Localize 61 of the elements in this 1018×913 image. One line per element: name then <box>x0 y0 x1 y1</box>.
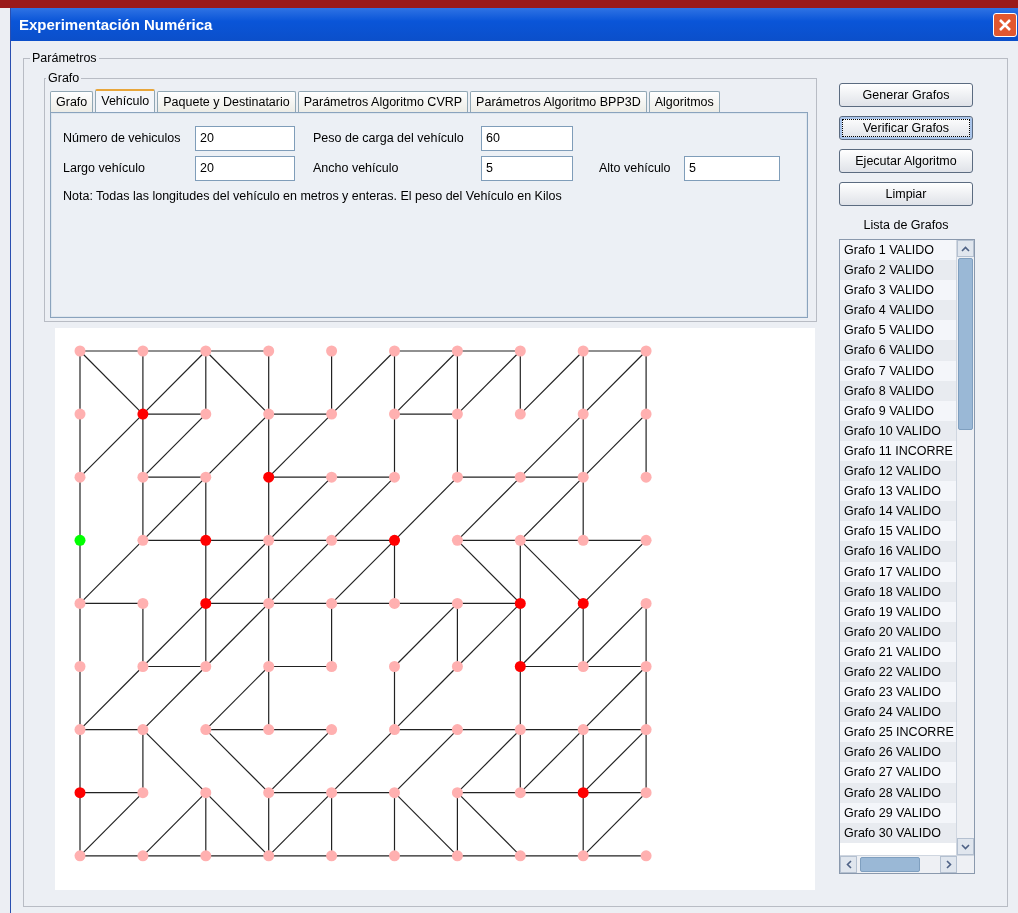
tab[interactable]: Vehículo <box>95 89 156 112</box>
vertical-scrollbar[interactable] <box>956 240 974 855</box>
list-item[interactable]: Grafo 12 VALIDO <box>840 461 956 482</box>
button[interactable]: Generar Grafos <box>839 83 973 107</box>
list-item[interactable]: Grafo 5 VALIDO <box>840 320 956 341</box>
list-item[interactable]: Grafo 7 VALIDO <box>840 360 956 381</box>
list-item[interactable]: Grafo 26 VALIDO <box>840 742 956 763</box>
list-item[interactable]: Grafo 14 VALIDO <box>840 501 956 522</box>
scrollbar-thumb[interactable] <box>958 258 973 430</box>
tab[interactable]: Algoritmos <box>648 91 720 112</box>
list-item[interactable]: Grafo 15 VALIDO <box>840 521 956 542</box>
list-item[interactable]: Grafo 27 VALIDO <box>840 762 956 783</box>
close-icon <box>998 17 1012 32</box>
button[interactable]: Ejecutar Algoritmo <box>839 149 973 173</box>
list-item[interactable]: Grafo 10 VALIDO <box>840 420 956 441</box>
list-item[interactable]: Grafo 25 INCORRE <box>840 722 956 743</box>
list-item[interactable]: Grafo 30 VALIDO <box>840 822 956 843</box>
list-item[interactable]: Grafo 8 VALIDO <box>840 380 956 401</box>
window-title: Experimentación Numérica <box>19 16 213 33</box>
button[interactable]: Limpiar <box>839 182 973 206</box>
list-item[interactable]: Grafo 21 VALIDO <box>840 641 956 662</box>
list-item[interactable]: Grafo 18 VALIDO <box>840 581 956 602</box>
input-field[interactable]: 20 <box>195 125 295 151</box>
close-button[interactable] <box>993 12 1017 37</box>
list-title: Lista de Grafos <box>862 218 950 232</box>
field-label: Ancho vehículo <box>313 161 400 175</box>
list-item[interactable]: Grafo 29 VALIDO <box>840 802 956 823</box>
tab[interactable]: Grafo <box>50 91 94 112</box>
list-item[interactable]: Grafo 17 VALIDO <box>840 561 956 582</box>
list-item[interactable]: Grafo 1 VALIDO <box>840 240 956 261</box>
list-item[interactable]: Grafo 4 VALIDO <box>840 300 956 321</box>
tab[interactable]: Parámetros Algoritmo CVRP <box>297 91 469 112</box>
field-label: Peso de carga del vehículo <box>313 131 465 145</box>
field-label: Número de vehiculos <box>63 131 182 145</box>
list-item[interactable]: Grafo 11 INCORRE <box>840 440 956 462</box>
list-item[interactable]: Grafo 23 VALIDO <box>840 682 956 703</box>
input-field[interactable]: 5 <box>684 155 780 181</box>
list-item[interactable]: Grafo 13 VALIDO <box>840 481 956 502</box>
list-item[interactable]: Grafo 3 VALIDO <box>840 280 956 301</box>
list-item[interactable]: Grafo 22 VALIDO <box>840 661 956 683</box>
field-label: Largo vehículo <box>63 161 146 175</box>
list-item[interactable]: Grafo 24 VALIDO <box>840 702 956 723</box>
input-field[interactable]: 60 <box>481 125 573 151</box>
list-item[interactable]: Grafo 20 VALIDO <box>840 621 956 642</box>
list-item[interactable]: Grafo 6 VALIDO <box>840 340 956 361</box>
scrollbar-thumb[interactable] <box>860 857 920 872</box>
list-item[interactable]: Grafo 28 VALIDO <box>840 782 956 803</box>
note-text: Nota: Todas las longitudes del vehículo en metros y enteras. El peso del Vehículo en Kilos <box>63 189 563 203</box>
input-field[interactable]: 5 <box>481 155 573 181</box>
tab[interactable]: Parámetros Algoritmo BPP3D <box>470 91 647 112</box>
panel-legend: Parámetros <box>32 51 97 65</box>
list-item[interactable]: Grafo 19 VALIDO <box>840 601 956 622</box>
input-field[interactable]: 20 <box>195 155 295 181</box>
list-item[interactable]: Grafo 2 VALIDO <box>840 260 956 281</box>
list-item[interactable]: Grafo 16 VALIDO <box>840 541 956 562</box>
horizontal-scrollbar[interactable] <box>840 855 974 873</box>
field-label: Alto vehículo <box>599 161 672 175</box>
list-item[interactable]: Grafo 9 VALIDO <box>840 400 956 421</box>
button[interactable]: Verificar Grafos <box>839 116 973 140</box>
tab[interactable]: Paquete y Destinatario <box>157 91 296 112</box>
panel-legend: Grafo <box>48 71 80 85</box>
